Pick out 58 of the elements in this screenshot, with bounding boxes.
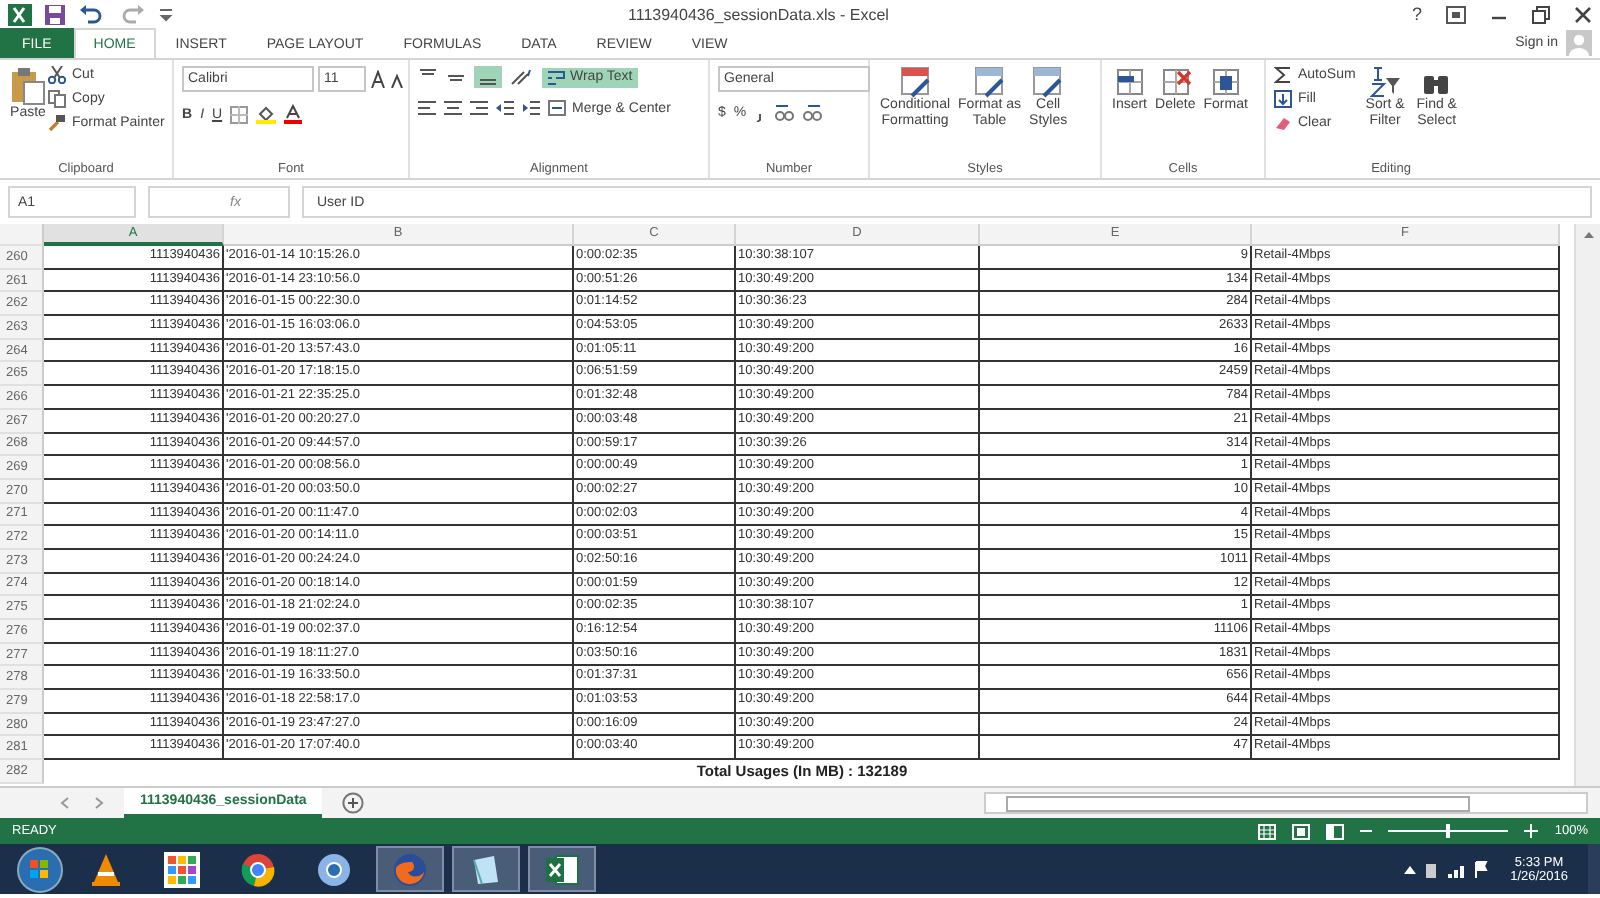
sort-filter-icon	[1369, 66, 1402, 98]
maximize-icon[interactable]	[1532, 5, 1550, 23]
window-title: 1113940436_sessionData.xls - Excel	[628, 5, 891, 23]
tray-icons[interactable]	[1402, 859, 1491, 879]
table-style-icon	[899, 66, 932, 98]
browser-icon	[240, 851, 276, 887]
eraser-icon	[1274, 114, 1292, 132]
add-sheet-icon[interactable]	[342, 792, 365, 814]
note-icon	[468, 851, 504, 887]
horizontal-scrollbar[interactable]	[984, 792, 1588, 814]
page-layout-icon[interactable]	[1292, 823, 1311, 839]
wrap-text-icon	[548, 69, 566, 85]
customize-icon[interactable]	[158, 6, 174, 22]
scroll-up-icon[interactable]	[1581, 228, 1595, 242]
spreadsheet-icon	[544, 851, 580, 887]
align-center-icon[interactable]	[444, 100, 462, 116]
align-right-icon[interactable]	[470, 100, 488, 116]
table-style-icon	[973, 66, 1006, 98]
app-grid-icon	[164, 851, 200, 887]
undo-icon[interactable]	[78, 4, 106, 24]
align-left-icon[interactable]	[418, 100, 436, 116]
close-icon[interactable]	[1574, 5, 1592, 23]
decrease-decimal-icon[interactable]	[802, 104, 823, 122]
grow-font-icon[interactable]	[370, 70, 386, 88]
page-break-icon[interactable]	[1326, 823, 1345, 839]
start-button-icon[interactable]	[16, 845, 64, 893]
down-arrow-icon	[1274, 90, 1292, 108]
brush-icon	[48, 114, 66, 132]
cone-icon	[88, 851, 124, 887]
zoom-in-icon[interactable]	[1524, 824, 1539, 838]
clipboard-icon	[10, 66, 46, 106]
decrease-indent-icon[interactable]	[496, 100, 514, 116]
increase-indent-icon[interactable]	[522, 100, 540, 116]
scissors-icon	[48, 66, 66, 84]
increase-decimal-icon[interactable]	[774, 104, 795, 122]
shrink-font-icon[interactable]	[390, 71, 404, 87]
font-color-icon[interactable]	[284, 104, 303, 124]
fill-color-icon[interactable]	[256, 104, 277, 124]
save-icon[interactable]	[44, 3, 66, 25]
vertical-scrollbar[interactable]	[1574, 224, 1600, 786]
sigma-icon	[1274, 66, 1292, 84]
browser-icon	[316, 851, 352, 887]
borders-icon[interactable]	[230, 105, 249, 123]
prev-sheet-icon[interactable]	[60, 796, 72, 810]
insert-cells-icon	[1113, 66, 1146, 98]
bottom-align-button[interactable]	[474, 66, 502, 88]
next-sheet-icon[interactable]	[92, 796, 104, 810]
table-style-icon	[1032, 66, 1065, 98]
format-cells-icon	[1209, 66, 1242, 98]
copy-icon	[48, 90, 66, 108]
browser-icon	[392, 851, 428, 887]
restore-icon[interactable]	[1446, 5, 1466, 23]
help-button[interactable]: ?	[1411, 4, 1422, 24]
normal-view-icon[interactable]	[1258, 823, 1277, 839]
merge-cells-icon	[548, 100, 566, 116]
delete-cells-icon	[1159, 66, 1192, 98]
orientation-icon[interactable]	[510, 68, 534, 86]
taskbar-app[interactable]	[528, 846, 596, 892]
